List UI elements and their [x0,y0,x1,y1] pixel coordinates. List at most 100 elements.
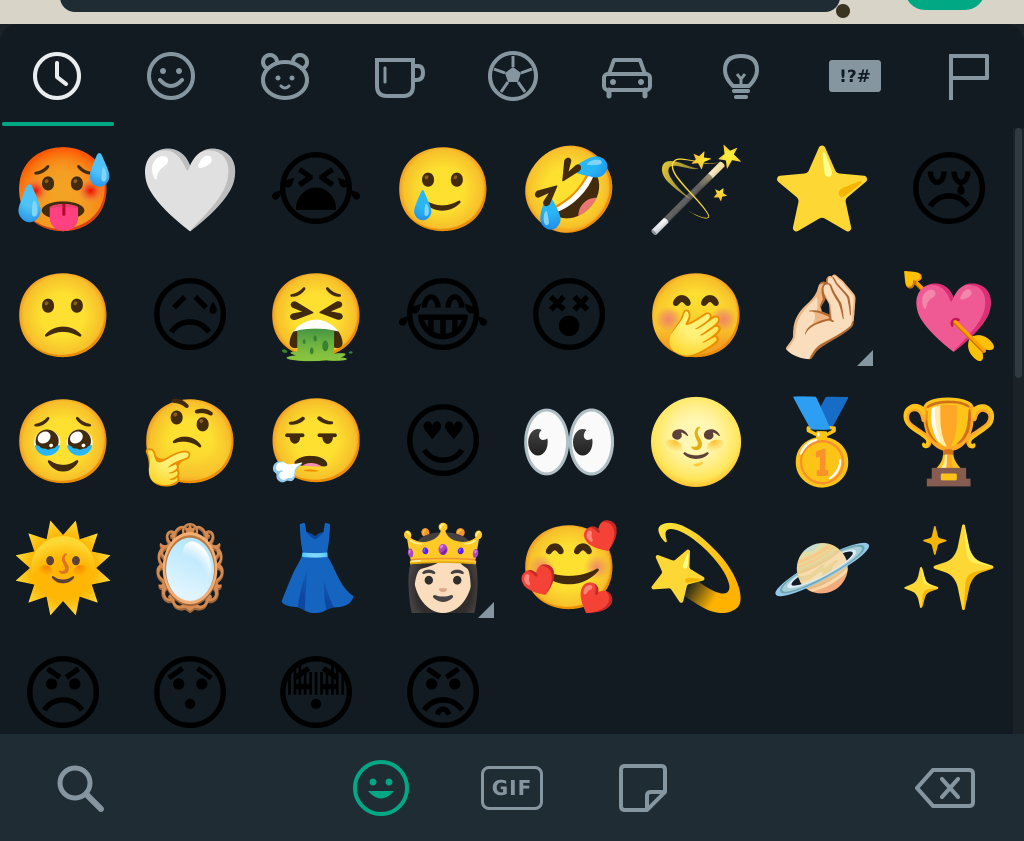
emoji-flushed-face[interactable]: 😳 [253,632,379,735]
skin-tone-variant-indicator [857,350,873,366]
emoji-loudly-crying-face[interactable]: 😭 [253,128,379,254]
emoji-glyph: 🙁 [11,269,115,364]
emoji-glyph: 🤣 [517,143,621,238]
emoji-princess[interactable]: 👸🏻 [380,506,506,632]
smileys-icon [147,52,195,100]
emoji-glyph: 😵 [526,269,612,364]
emoji-glyph: 🤌🏻 [770,269,874,364]
symbols-icon: !?# [829,60,881,92]
emoji-glyph: 👗 [264,521,368,616]
emoji-face-with-tears-of-joy[interactable]: 😂 [380,254,506,380]
emoji-glyph: 🤮 [264,269,368,364]
emoji-rolling-on-floor-laughing[interactable]: 🤣 [506,128,632,254]
emoji-heart-with-arrow[interactable]: 💘 [886,254,1010,380]
emoji-magic-wand[interactable]: 🪄 [633,128,759,254]
emoji-smiling-face-with-tear[interactable]: 🥲 [380,128,506,254]
emoji-glyph: 😠 [20,647,106,735]
tab-smileys[interactable] [114,24,228,128]
emoji-sparkles[interactable]: ✨ [886,506,1010,632]
emoji-slightly-frowning-face[interactable]: 🙁 [0,254,126,380]
tab-animals[interactable] [228,24,342,128]
search-icon [57,765,104,812]
emoji-glyph: 🪐 [770,521,874,616]
emoji-glyph: 🪄 [644,143,748,238]
emoji-glyph: 😯 [147,647,233,735]
food-cup-icon [375,58,426,98]
emoji-sun-with-face[interactable]: 🌞 [0,506,126,632]
scrollbar-thumb[interactable] [1015,128,1022,378]
backspace-icon [915,767,975,808]
emoji-face-holding-back-tears[interactable]: 🥹 [0,380,126,506]
emoji-sad-relieved-face[interactable]: 😥 [127,254,253,380]
chat-background-strip [0,0,1024,24]
emoji-scrollbar[interactable] [1013,128,1024,734]
emoji-mirror[interactable]: 🪞 [127,506,253,632]
emoji-grid: 🥵 🤍 😭 🥲 🤣 🪄 ⭐ 😢 🙁 😥 🤮 😂 😵 🤭 🤌🏻 💘 🥹 🤔 😮‍💨 😍 👀 🌝 🥇 🏆 🌞 🪞 👗 👸🏻 🥰 💫 🪐 ✨ 😠 😯 😳 😡 [0,128,1010,735]
emoji-dizzy[interactable]: 💫 [633,506,759,632]
emoji-glyph: 😡 [400,647,486,735]
animals-icon [261,53,309,100]
emoji-glyph: ✨ [897,521,1001,616]
emoji-glyph: ⭐ [770,143,874,238]
send-button-edge[interactable] [905,0,985,10]
emoji-glyph: 🤔 [138,395,242,490]
emoji-thinking-face[interactable]: 🤔 [127,380,253,506]
objects-bulb-icon [723,54,759,99]
tab-activity[interactable] [456,24,570,128]
sticker-tab-button[interactable] [588,734,698,841]
emoji-glyph: 🤭 [644,269,748,364]
emoji-full-moon-face[interactable]: 🌝 [633,380,759,506]
search-button[interactable] [25,734,135,841]
tab-food[interactable] [342,24,456,128]
emoji-glyph: 😢 [906,143,992,238]
emoji-smiling-face-with-hearts[interactable]: 🥰 [506,506,632,632]
emoji-hushed-face[interactable]: 😯 [127,632,253,735]
emoji-glyph: 🪞 [138,521,242,616]
backspace-button[interactable] [890,734,1000,841]
symbols-label: !?# [839,67,871,87]
emoji-face-exhaling[interactable]: 😮‍💨 [253,380,379,506]
emoji-dress[interactable]: 👗 [253,506,379,632]
emoji-pinched-fingers[interactable]: 🤌🏻 [759,254,885,380]
emoji-category-bar: !?# [0,24,1024,128]
emoji-smiling-face-with-heart-eyes[interactable]: 😍 [380,380,506,506]
emoji-glyph: 👸🏻 [391,521,495,616]
emoji-glyph: 😍 [400,395,486,490]
emoji-crying-face[interactable]: 😢 [886,128,1010,254]
emoji-trophy[interactable]: 🏆 [886,380,1010,506]
message-input-edge[interactable] [60,0,840,12]
wallpaper-dot [836,4,850,18]
emoji-star[interactable]: ⭐ [759,128,885,254]
gif-tab-button[interactable]: GIF [457,734,567,841]
emoji-glyph: 😂 [395,269,491,364]
emoji-glyph: 👀 [517,395,621,490]
emoji-vomiting-face[interactable]: 🤮 [253,254,379,380]
tab-objects[interactable] [684,24,798,128]
emoji-glyph: 😥 [147,269,233,364]
emoji-glyph: 🥲 [391,143,495,238]
emoji-glyph: 🥰 [517,521,621,616]
skin-tone-variant-indicator [478,602,494,618]
emoji-face-with-crossed-out-eyes[interactable]: 😵 [506,254,632,380]
emoji-white-heart[interactable]: 🤍 [127,128,253,254]
emoji-ringed-planet[interactable]: 🪐 [759,506,885,632]
emoji-pouting-face[interactable]: 😡 [380,632,506,735]
keyboard-bottom-bar: GIF [0,734,1024,841]
emoji-glyph: 💘 [897,269,1001,364]
emoji-first-place-medal[interactable]: 🥇 [759,380,885,506]
flags-icon [949,54,989,100]
travel-car-icon [602,58,652,99]
tab-travel[interactable] [570,24,684,128]
emoji-face-with-hand-over-mouth[interactable]: 🤭 [633,254,759,380]
emoji-hot-face[interactable]: 🥵 [0,128,126,254]
emoji-glyph: 🌞 [11,521,115,616]
tab-recent[interactable] [0,24,114,128]
emoji-tab-button[interactable] [326,734,436,841]
sticker-icon [619,763,667,812]
tab-symbols[interactable]: !?# [798,24,912,128]
emoji-glyph: 🏆 [897,395,1001,490]
emoji-angry-face[interactable]: 😠 [0,632,126,735]
tab-flags[interactable] [912,24,1024,128]
gif-label: GIF [481,765,543,810]
emoji-eyes[interactable]: 👀 [506,380,632,506]
